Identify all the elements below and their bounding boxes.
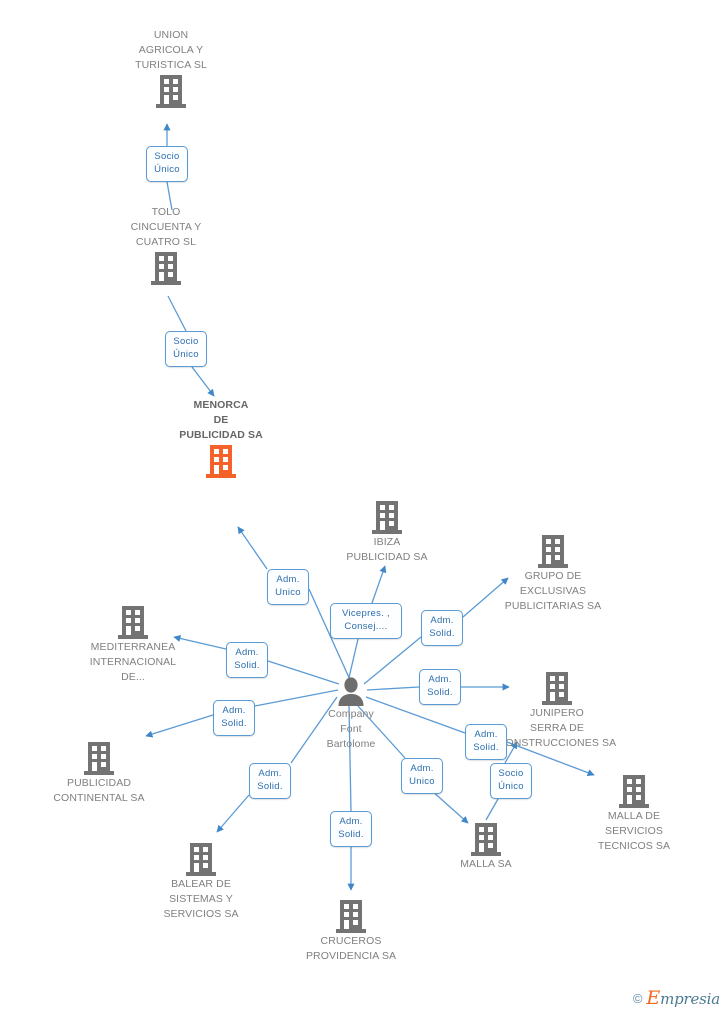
node-label: MEDITERRANEA INTERNACIONAL DE... xyxy=(89,641,177,683)
building-icon xyxy=(317,500,457,534)
brand-initial: E xyxy=(646,987,661,1009)
edge-label-socio-unico-union[interactable]: Socio Único xyxy=(146,146,188,182)
brand-logo: Empresia xyxy=(646,987,720,1009)
person-icon xyxy=(281,676,421,706)
node-label: Company Font Bartolome xyxy=(326,708,376,750)
building-icon xyxy=(564,774,704,808)
edge-label-adm-unico-malla-sa[interactable]: Adm. Unico xyxy=(401,758,443,794)
edge-label-adm-solid-mediterranea[interactable]: Adm. Solid. xyxy=(226,642,268,678)
graph-node-ibiza[interactable]: IBIZA PUBLICIDAD SA xyxy=(317,500,457,565)
edge-balear xyxy=(216,794,250,833)
building-icon xyxy=(96,251,236,285)
node-label: MENORCA DE PUBLICIDAD SA xyxy=(179,399,263,441)
edge-label-adm-solid-junipero[interactable]: Adm. Solid. xyxy=(419,669,461,705)
edge-label-socio-unico-junipero[interactable]: Socio Único xyxy=(490,763,532,799)
building-icon xyxy=(29,741,169,775)
edge-cont xyxy=(145,714,214,738)
building-icon xyxy=(151,444,291,478)
building-icon xyxy=(63,605,203,639)
building-icon xyxy=(416,822,556,856)
graph-node-grupo[interactable]: GRUPO DE EXCLUSIVAS PUBLICITARIAS SA xyxy=(483,534,623,614)
edge-mallasa xyxy=(430,789,469,824)
brand-rest: mpresia xyxy=(660,990,720,1008)
edge-label-socio-unico-menorca[interactable]: Socio Único xyxy=(165,331,207,367)
edge-tolo2-label xyxy=(167,295,187,332)
building-icon xyxy=(131,842,271,876)
edge-label-menorca xyxy=(191,366,215,397)
node-label: CRUCEROS PROVIDENCIA SA xyxy=(305,935,397,962)
graph-node-malla-sa[interactable]: MALLA SA xyxy=(416,822,556,872)
building-icon xyxy=(281,899,421,933)
building-icon xyxy=(101,74,241,108)
graph-node-continental[interactable]: PUBLICIDAD CONTINENTAL SA xyxy=(29,741,169,806)
edge-label-adm-solid-malla-servicios[interactable]: Adm. Solid. xyxy=(465,724,507,760)
building-icon xyxy=(487,671,627,705)
empresia-watermark: © Empresia xyxy=(633,987,720,1009)
graph-node-cruceros[interactable]: CRUCEROS PROVIDENCIA SA xyxy=(281,899,421,964)
graph-node-balear[interactable]: BALEAR DE SISTEMAS Y SERVICIOS SA xyxy=(131,842,271,922)
edge-admunico-menorca xyxy=(237,526,268,570)
graph-node-junipero[interactable]: JUNIPERO SERRA DE CONSTRUCCIONES SA xyxy=(487,671,627,751)
edge-label-adm-solid-cruceros[interactable]: Adm. Solid. xyxy=(330,811,372,847)
node-label: BALEAR DE SISTEMAS Y SERVICIOS SA xyxy=(163,878,239,920)
edge-label-vicepres-ibiza[interactable]: Vicepres. , Consej.... xyxy=(330,603,402,639)
node-label: GRUPO DE EXCLUSIVAS PUBLICITARIAS SA xyxy=(504,570,602,612)
graph-node-person-central[interactable]: Company Font Bartolome xyxy=(281,676,421,752)
building-icon xyxy=(483,534,623,568)
relationship-graph-canvas: UNION AGRICOLA Y TURISTICA SL TOLO CINCU… xyxy=(0,0,728,1015)
copyright-icon: © xyxy=(632,990,643,1006)
node-label: MALLA DE SERVICIOS TECNICOS SA xyxy=(597,810,671,852)
edge-label-adm-solid-grupo[interactable]: Adm. Solid. xyxy=(421,610,463,646)
graph-node-mediterranea[interactable]: MEDITERRANEA INTERNACIONAL DE... xyxy=(63,605,203,685)
edge-label-adm-solid-balear[interactable]: Adm. Solid. xyxy=(249,763,291,799)
edge-vicepres-ibiza xyxy=(371,565,387,604)
node-label: UNION AGRICOLA Y TURISTICA SL xyxy=(135,29,207,71)
node-label: PUBLICIDAD CONTINENTAL SA xyxy=(53,777,145,804)
graph-node-union[interactable]: UNION AGRICOLA Y TURISTICA SL xyxy=(101,28,241,108)
node-label: IBIZA PUBLICIDAD SA xyxy=(346,536,428,563)
graph-node-malla-servicios[interactable]: MALLA DE SERVICIOS TECNICOS SA xyxy=(564,774,704,854)
node-label: JUNIPERO SERRA DE CONSTRUCCIONES SA xyxy=(497,707,617,749)
edge-label-adm-unico-menorca[interactable]: Adm. Unico xyxy=(267,569,309,605)
node-label: MALLA SA xyxy=(460,858,512,870)
graph-node-menorca-focus[interactable]: MENORCA DE PUBLICIDAD SA xyxy=(151,398,291,478)
graph-node-tolo[interactable]: TOLO CINCUENTA Y CUATRO SL xyxy=(96,205,236,285)
node-label: TOLO CINCUENTA Y CUATRO SL xyxy=(130,206,202,248)
edge-label-adm-solid-continental[interactable]: Adm. Solid. xyxy=(213,700,255,736)
edge-mallasa-socio xyxy=(485,798,499,821)
